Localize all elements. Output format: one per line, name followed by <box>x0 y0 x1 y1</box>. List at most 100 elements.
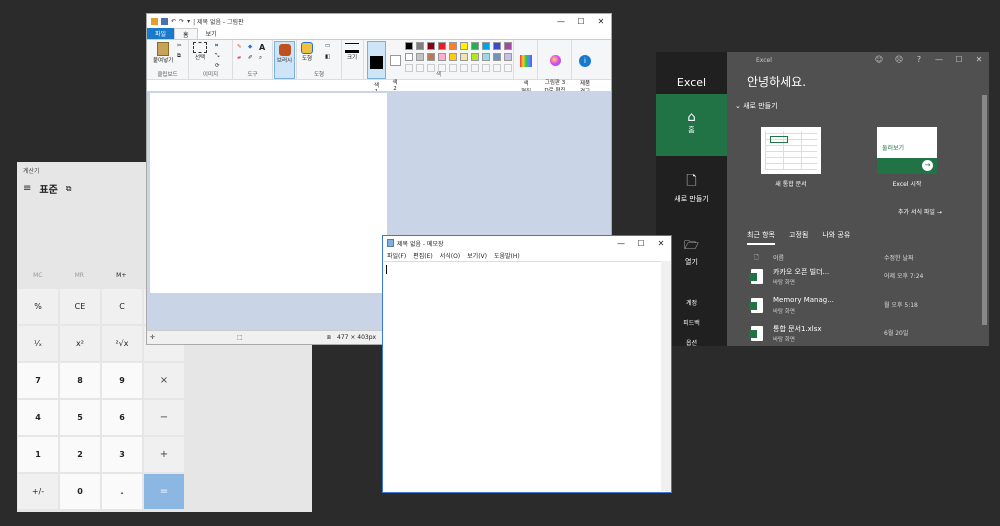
palette-swatch[interactable] <box>438 53 446 61</box>
color-picker-icon[interactable]: ✐ <box>248 55 253 61</box>
palette-swatch[interactable] <box>416 42 424 50</box>
eraser-icon[interactable]: ▰ <box>237 55 241 61</box>
minimize-icon[interactable]: — <box>611 236 631 250</box>
percent-button[interactable]: % <box>18 289 58 324</box>
cut-icon[interactable]: ✂ <box>177 43 182 49</box>
memory-add-button[interactable]: M+ <box>116 272 126 279</box>
square-root-button[interactable]: ²√x <box>102 326 142 361</box>
col-date-header[interactable]: 수정한 날짜 <box>884 253 914 262</box>
recent-file-row[interactable]: 통합 문서1.xlsx 바탕 화면 6월 20일 <box>747 323 952 346</box>
palette-swatch[interactable] <box>449 53 457 61</box>
shapes-button[interactable]: 도형 <box>301 42 313 62</box>
resize-icon[interactable]: ⤡ <box>215 53 219 60</box>
fill-icon[interactable]: ◆ <box>248 44 252 50</box>
close-icon[interactable]: ✕ <box>591 14 611 28</box>
digit-3-button[interactable]: 3 <box>102 437 142 472</box>
palette-swatch[interactable] <box>493 53 501 61</box>
palette-swatch[interactable] <box>471 42 479 50</box>
tab-pinned[interactable]: 고정됨 <box>789 230 808 245</box>
col-name-header[interactable]: 이름 <box>773 253 784 262</box>
keep-on-top-icon[interactable]: ⧉ <box>66 184 72 194</box>
copy-icon[interactable]: ⧉ <box>177 53 181 60</box>
decimal-button[interactable]: . <box>102 474 142 509</box>
save-icon[interactable] <box>161 17 168 25</box>
memory-clear-button[interactable]: MC <box>33 272 42 279</box>
maximize-icon[interactable]: ☐ <box>949 52 969 66</box>
maximize-icon[interactable]: ☐ <box>631 236 651 250</box>
digit-8-button[interactable]: 8 <box>60 363 100 398</box>
palette-swatch[interactable] <box>438 42 446 50</box>
memory-recall-button[interactable]: MR <box>75 272 84 279</box>
nav-new[interactable]: 🗋 새로 만들기 <box>656 172 727 204</box>
palette-swatch[interactable] <box>504 53 512 61</box>
negate-button[interactable]: +/- <box>18 474 58 509</box>
maximize-icon[interactable]: ☐ <box>571 14 591 28</box>
recent-file-row[interactable]: 카카오 오픈 빌더... 바탕 화면 어제 오후 7:24 <box>747 266 952 294</box>
redo-icon[interactable]: ↷ <box>179 18 184 25</box>
minimize-icon[interactable]: — <box>551 14 571 28</box>
more-templates-link[interactable]: 추가 서식 파일 → <box>898 207 942 216</box>
tab-home[interactable]: 홈 <box>174 28 198 39</box>
minimize-icon[interactable]: — <box>929 52 949 66</box>
tab-recent[interactable]: 최근 항목 <box>747 230 775 245</box>
digit-5-button[interactable]: 5 <box>60 400 100 435</box>
menu-help[interactable]: 도움말(H) <box>494 251 520 260</box>
brushes-button[interactable]: 브러시 <box>274 41 295 79</box>
digit-1-button[interactable]: 1 <box>18 437 58 472</box>
digit-7-button[interactable]: 7 <box>18 363 58 398</box>
select-button[interactable]: 선택 <box>193 42 207 61</box>
palette-swatch[interactable] <box>482 42 490 50</box>
undo-icon[interactable]: ↶ <box>171 18 176 25</box>
palette-swatch[interactable] <box>460 42 468 50</box>
fill-shape-icon[interactable]: ◧ <box>325 54 330 60</box>
close-icon[interactable]: ✕ <box>651 236 671 250</box>
text-icon[interactable]: A <box>259 43 265 52</box>
palette-swatch[interactable] <box>405 53 413 61</box>
palette-swatch[interactable] <box>482 53 490 61</box>
frown-icon[interactable]: ☹ <box>889 52 909 66</box>
smiley-icon[interactable]: ☺ <box>869 52 889 66</box>
outline-icon[interactable]: ▭ <box>325 43 330 49</box>
rotate-icon[interactable]: ⟳ <box>215 63 220 69</box>
palette-swatch[interactable] <box>427 42 435 50</box>
close-icon[interactable]: ✕ <box>969 52 989 66</box>
quick-access-dropdown-icon[interactable]: ▾ <box>187 18 190 25</box>
minus-button[interactable]: − <box>144 400 184 435</box>
paste-button[interactable]: 붙여넣기 <box>153 42 173 64</box>
tab-shared[interactable]: 나와 공유 <box>822 230 850 245</box>
menu-view[interactable]: 보기(V) <box>467 251 487 260</box>
notepad-scrollbar[interactable] <box>661 261 671 491</box>
paint-canvas[interactable] <box>150 93 387 293</box>
recent-file-row[interactable]: Memory Manag... 바탕 화면 월 오후 5:18 <box>747 295 952 323</box>
blank-workbook-template[interactable] <box>761 127 821 174</box>
nav-home[interactable]: ⌂ 홈 <box>656 94 727 156</box>
menu-file[interactable]: 파일(F) <box>387 251 406 260</box>
crop-icon[interactable]: ⌗ <box>215 43 218 50</box>
digit-2-button[interactable]: 2 <box>60 437 100 472</box>
plus-button[interactable]: + <box>144 437 184 472</box>
palette-swatch[interactable] <box>427 53 435 61</box>
digit-9-button[interactable]: 9 <box>102 363 142 398</box>
magnifier-icon[interactable]: ⌕ <box>259 55 262 62</box>
tab-view[interactable]: 보기 <box>198 28 225 39</box>
excel-tour-template[interactable]: 둘러보기 → <box>877 127 937 174</box>
menu-format[interactable]: 서식(O) <box>440 251 460 260</box>
clear-button[interactable]: C <box>102 289 142 324</box>
help-icon[interactable]: ? <box>909 52 929 66</box>
reciprocal-button[interactable]: ¹⁄ₓ <box>18 326 58 361</box>
palette-swatch[interactable] <box>449 42 457 50</box>
clear-entry-button[interactable]: CE <box>60 289 100 324</box>
palette-swatch[interactable] <box>504 42 512 50</box>
equals-button[interactable]: = <box>144 474 184 509</box>
menu-edit[interactable]: 편집(E) <box>413 251 433 260</box>
tab-file[interactable]: 파일 <box>147 28 175 39</box>
digit-0-button[interactable]: 0 <box>60 474 100 509</box>
palette-swatch[interactable] <box>471 53 479 61</box>
palette-swatch[interactable] <box>493 42 501 50</box>
excel-scrollbar[interactable] <box>982 95 987 325</box>
digit-6-button[interactable]: 6 <box>102 400 142 435</box>
pencil-icon[interactable]: ✎ <box>237 44 242 50</box>
palette-swatch[interactable] <box>405 42 413 50</box>
square-button[interactable]: x² <box>60 326 100 361</box>
palette-swatch[interactable] <box>460 53 468 61</box>
